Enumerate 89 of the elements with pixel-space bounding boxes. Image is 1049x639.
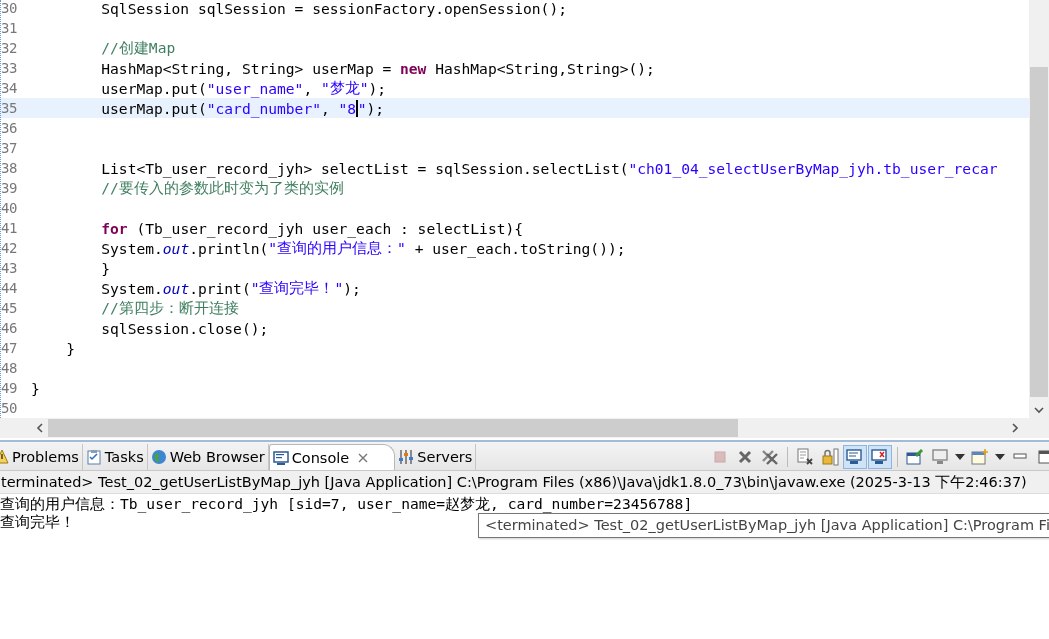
- stop-icon: [712, 449, 728, 465]
- line-number: 33: [1, 60, 18, 76]
- vertical-scrollbar[interactable]: [1029, 0, 1049, 418]
- code-text: HashMap<String,String>();: [435, 59, 655, 77]
- line-number: 36: [1, 120, 18, 136]
- code-text: userMap.put(: [101, 79, 207, 97]
- keyword: for: [101, 219, 128, 237]
- line-number: 41: [1, 220, 18, 236]
- string-literal: "user_name": [206, 79, 304, 97]
- maximize-icon: [1038, 450, 1049, 464]
- line-number: 46: [1, 320, 18, 336]
- line-number: 47: [1, 340, 18, 356]
- console-output: 查询的用户信息：Tb_user_record_jyh [sid=7, user_name=赵梦龙, card_number=23456788]: [0, 495, 693, 513]
- code-text: }: [101, 259, 111, 277]
- line-number: 34: [1, 80, 18, 96]
- code-text: userMap.put(: [101, 99, 207, 117]
- console-output: 查询完毕！: [0, 513, 75, 531]
- code-text: );: [343, 279, 361, 297]
- monitor-x-icon: [871, 448, 889, 466]
- code-text: HashMap<String, String> userMap =: [101, 59, 393, 77]
- caret-icon: [995, 453, 1005, 461]
- code-text: .println(: [189, 239, 269, 257]
- line-number: 39: [1, 180, 18, 196]
- monitor-icon: [846, 448, 864, 466]
- close-icon[interactable]: [358, 452, 369, 463]
- code-text: + user_each.toString());: [414, 239, 626, 257]
- code-text: List<Tb_user_record_jyh> selectList = sqlSession.selectList(: [101, 159, 629, 177]
- monitor-icon: [272, 449, 289, 466]
- line-number: 44: [1, 280, 18, 296]
- line-number: 43: [1, 260, 18, 276]
- toolbar-button[interactable]: [868, 445, 892, 469]
- text-cursor: [356, 99, 358, 117]
- minimize-icon: [1013, 453, 1027, 461]
- code-text: System.: [101, 239, 163, 257]
- line-number: 38: [1, 160, 18, 176]
- line-number: 35: [1, 100, 18, 116]
- globe-icon: [150, 449, 167, 465]
- document-x-icon: [796, 448, 814, 466]
- panel-tab[interactable]: Console: [268, 444, 396, 470]
- line-number: 45: [1, 300, 18, 316]
- field-name: out: [162, 279, 190, 297]
- code-comment: //第四步：断开连接: [101, 298, 239, 318]
- code-text: ,: [303, 79, 314, 97]
- monitor-icon: [931, 448, 949, 466]
- code-text: System.: [101, 279, 163, 297]
- pin-icon: [906, 448, 924, 466]
- string-literal: "梦龙": [320, 78, 369, 98]
- field-name: out: [162, 239, 190, 257]
- panel-tab[interactable]: Problems: [0, 444, 83, 470]
- lock-icon: [821, 448, 839, 466]
- code-comment: //创建Map: [101, 38, 176, 58]
- toolbar-button[interactable]: [843, 445, 867, 469]
- line-number: 40: [1, 200, 18, 216]
- line-number: 48: [1, 360, 18, 376]
- caret-icon: [955, 453, 965, 461]
- string-literal: "查询的用户信息：": [268, 238, 406, 258]
- code-text: SqlSession sqlSession = sessionFactory.openSession();: [101, 0, 567, 17]
- code-text: (Tb_user_record_jyh user_each : selectList){: [136, 219, 524, 237]
- line-number: 49: [1, 380, 18, 396]
- new-window-icon: [971, 448, 989, 466]
- clipboard-icon: [85, 449, 102, 465]
- tooltip: <terminated> Test_02_getUserListByMap_jyh [Java Application] C:\Program Fi: [478, 513, 1049, 538]
- line-number: 50: [1, 400, 18, 416]
- code-text: }: [66, 339, 75, 357]
- code-text: ,: [320, 99, 331, 117]
- console-header: terminated> Test_02_getUserListByMap_jyh [Java Application] C:\Program Files (x86)\Java\jdk1.8.0_73\bin\javaw.exe (2025-3-13 下午2:46:37): [0, 471, 1049, 494]
- keyword: new: [400, 59, 427, 77]
- string-literal: "ch01_04_selectUserByMap_jyh.tb_user_recar: [628, 159, 998, 177]
- x-icon: [737, 449, 753, 465]
- panel-tab[interactable]: Web Browser: [147, 444, 269, 470]
- code-text: }: [31, 379, 40, 397]
- panel-tab[interactable]: Servers: [395, 444, 477, 470]
- panel-tab[interactable]: Tasks: [82, 444, 148, 470]
- string-literal: "card_number": [206, 99, 321, 117]
- string-literal: "查询完毕！": [250, 278, 344, 298]
- line-number: 42: [1, 240, 18, 256]
- string-literal: "8: [338, 99, 357, 117]
- code-text: sqlSession.close();: [101, 319, 269, 337]
- line-number: 31: [1, 20, 18, 36]
- code-text: );: [368, 79, 387, 97]
- code-comment: //要传入的参数此时变为了类的实例: [101, 178, 344, 198]
- sliders-icon: [398, 449, 415, 465]
- string-literal: ": [357, 99, 367, 117]
- code-text: .print(: [189, 279, 251, 297]
- code-text: );: [366, 99, 384, 117]
- line-number: 30: [1, 0, 18, 16]
- double-x-icon: [761, 448, 779, 466]
- line-number: 32: [1, 40, 18, 56]
- line-number: 37: [1, 140, 18, 156]
